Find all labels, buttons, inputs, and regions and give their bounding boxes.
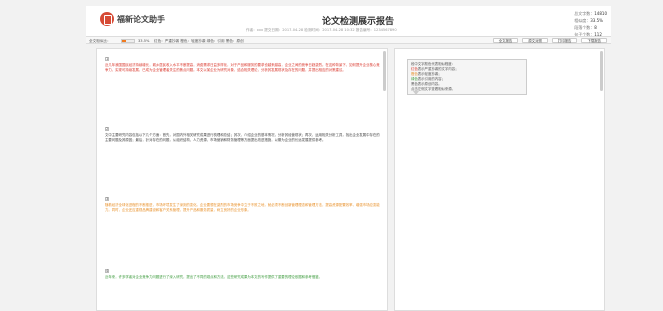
similarity-label: 全文相似比： [89,38,111,43]
report-page: 福新论文助手 论文检测展示报告 作者：xxx 提交日期：2017-04-28 检… [0,0,663,311]
paragraph-text[interactable]: 文中主要研究内容包括以下几个方面：首先，对国内外相关研究成果进行梳理和总结；其次… [105,133,380,143]
toolbar-button[interactable]: 下载报告 [581,38,607,43]
paragraph-number: 3 [105,197,109,201]
legend-text: 黑色表示原创内容。 [411,82,442,86]
detail-panel: 段中文字颜色代表相似程度： 红色表示严重抄袭的文字内容； 橙色表示轻度抄袭； 绿色表示… [394,48,605,311]
paragraph-number: 2 [105,127,109,131]
legend-text: 表示严重抄袭的文字内容； [417,67,459,71]
document-paragraph[interactable]: 3 随着经济全球化进程的不断推进，市场环境发生了深刻的变化。企业要想在激烈的市场竞… [105,197,380,213]
toolbar-button[interactable]: 原文对照 [522,38,548,43]
stat-row: 段落个数：8 [574,24,607,31]
logo-text: 福新论文助手 [117,14,165,24]
tooltip-tail [413,91,419,95]
legend-text: 表示轻度抄袭； [417,72,442,76]
document-scrollbar[interactable] [383,51,386,91]
stat-value: 8 [594,25,597,30]
paragraph-text[interactable]: 近几年我国国民经济持续增长，城乡居民收入水平不断提高，消费需求日益多样化，对于产… [105,63,380,73]
stat-label: 总文字数： [574,11,595,16]
report-meta: 作者：xxx 提交日期：2017-04-28 检测时间：2017-04-28 1… [246,28,397,32]
logo: 福新论文助手 [100,12,165,26]
legend-highlight: 红色 [411,67,418,71]
stat-value: 14810 [594,11,607,16]
legend-highlight: 橙色 [411,72,418,76]
document-paragraph[interactable]: 1 近几年我国国民经济持续增长，城乡居民收入水平不断提高，消费需求日益多样化，对于… [105,57,380,73]
document-panel[interactable]: 1 近几年我国国民经济持续增长，城乡居民收入水平不断提高，消费需求日益多样化，对于… [96,48,388,311]
toolbar: 全文相似比： 33.5% 红色：严重抄袭 橙色：轻度抄袭 绿色：引用 黑色：原创… [86,36,611,44]
stat-label: 相似度： [574,18,591,23]
color-legend: 红色：严重抄袭 橙色：轻度抄袭 绿色：引用 黑色：原创 [154,38,244,43]
legend-text: 表示引用的内容； [417,77,445,81]
paragraph-text[interactable]: 随着经济全球化进程的不断推进，市场环境发生了深刻的变化。企业要想在激烈的市场竞争… [105,203,380,213]
legend-text: 段中文字颜色代表相似程度： [411,62,456,66]
stat-label: 段落个数： [574,25,595,30]
toolbar-buttons: 全文报告 原文对照 打印报告 下载报告 [492,38,607,43]
detail-scrollbar[interactable] [600,51,603,91]
logo-icon [100,12,114,26]
legend-highlight: 绿色 [411,77,418,81]
document-paragraph[interactable]: 4 近年来，许多学者对企业竞争力问题进行了深入研究，提出了不同的观点和方法。这些研… [105,269,380,280]
similarity-percent: 33.5% [138,38,150,43]
stat-row: 相似度：33.5% [574,17,607,24]
similarity-progress-fill [122,39,127,42]
paragraph-number: 1 [105,57,109,61]
similarity-progress-bar [121,38,135,43]
stat-value: 33.5% [590,18,603,23]
legend-line: 点击左侧文字查看相似来源。 [411,87,523,92]
report-stats: 总文字数：14810 相似度：33.5% 段落个数：8 句子个数：112 [574,10,607,38]
report-header: 福新论文助手 论文检测展示报告 作者：xxx 提交日期：2017-04-28 检… [86,6,611,38]
document-paragraph[interactable]: 2 文中主要研究内容包括以下几个方面：首先，对国内外相关研究成果进行梳理和总结；其… [105,127,380,143]
page-title: 论文检测展示报告 [322,17,395,27]
legend-tooltip: 段中文字颜色代表相似程度： 红色表示严重抄袭的文字内容； 橙色表示轻度抄袭； 绿色表示… [407,59,527,95]
toolbar-button[interactable]: 打印报告 [551,38,578,43]
stat-row: 总文字数：14810 [574,10,607,17]
paragraph-number: 4 [105,269,109,273]
toolbar-button[interactable]: 全文报告 [492,38,519,43]
paragraph-text[interactable]: 近年来，许多学者对企业竞争力问题进行了深入研究，提出了不同的观点和方法。这些研究… [105,275,380,280]
